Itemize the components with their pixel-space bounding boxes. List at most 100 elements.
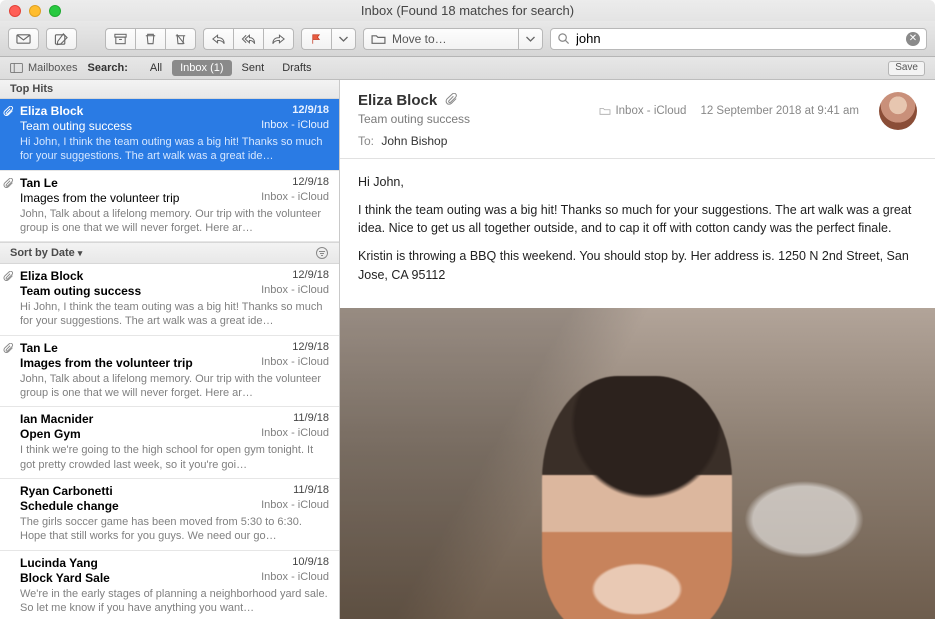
row-subject: Team outing success bbox=[20, 119, 132, 133]
row-sender: Tan Le bbox=[20, 341, 58, 355]
row-preview: John, Talk about a lifelong memory. Our … bbox=[20, 207, 329, 236]
mailboxes-toggle[interactable]: Mailboxes bbox=[10, 62, 78, 74]
scope-drafts[interactable]: Drafts bbox=[274, 60, 319, 76]
row-date: 11/9/18 bbox=[293, 412, 329, 426]
scope-all[interactable]: All bbox=[142, 60, 170, 76]
flag-menu-button[interactable] bbox=[331, 28, 356, 50]
flag-button[interactable] bbox=[301, 28, 331, 50]
attachment-icon bbox=[3, 343, 14, 357]
to-value[interactable]: John Bishop bbox=[381, 134, 447, 148]
scope-inbox[interactable]: Inbox (1) bbox=[172, 60, 231, 76]
message-row[interactable]: Eliza Block 12/9/18 Team outing success Inb… bbox=[0, 99, 339, 171]
reply-group bbox=[203, 28, 294, 50]
flag-icon bbox=[309, 32, 324, 46]
chevron-down-icon bbox=[336, 32, 351, 46]
folder-icon bbox=[371, 32, 386, 46]
trash-icon bbox=[143, 32, 158, 46]
message-row[interactable]: Ryan Carbonetti11/9/18Schedule changeInb… bbox=[0, 479, 339, 551]
message-row[interactable]: Ian Macnider11/9/18Open GymInbox - iClou… bbox=[0, 407, 339, 479]
reply-all-button[interactable] bbox=[233, 28, 263, 50]
flag-group bbox=[301, 28, 356, 50]
row-date: 11/9/18 bbox=[293, 484, 329, 498]
search-filter-bar: Mailboxes Search: All Inbox (1) Sent Dra… bbox=[0, 57, 935, 80]
row-mailbox: Inbox - iCloud bbox=[261, 284, 329, 298]
header-timestamp: 12 September 2018 at 9:41 am bbox=[700, 105, 859, 117]
search-scope: All Inbox (1) Sent Drafts bbox=[142, 60, 320, 76]
message-list: Top Hits Eliza Block 12/9/18 Team outing s… bbox=[0, 80, 340, 619]
archive-delete-group bbox=[105, 28, 196, 50]
attachment-icon bbox=[3, 271, 14, 285]
attachment-icon bbox=[3, 178, 14, 192]
row-date: 12/9/18 bbox=[292, 269, 329, 283]
filter-icon[interactable] bbox=[315, 246, 329, 260]
header-from[interactable]: Eliza Block bbox=[358, 92, 437, 109]
search-input[interactable] bbox=[576, 31, 900, 46]
body-paragraph: I think the team outing was a big hit! T… bbox=[358, 201, 917, 237]
header-mailbox[interactable]: Inbox - iCloud bbox=[599, 105, 686, 117]
row-subject: Images from the volunteer trip bbox=[20, 191, 179, 205]
titlebar: Inbox (Found 18 matches for search) bbox=[0, 0, 935, 21]
row-preview: I think we're going to the high school f… bbox=[20, 443, 329, 472]
section-sort[interactable]: Sort by Date ▾ bbox=[0, 242, 339, 264]
section-label: Top Hits bbox=[10, 83, 53, 95]
minimize-window-button[interactable] bbox=[29, 5, 41, 17]
attached-image[interactable] bbox=[340, 308, 935, 619]
row-subject: Images from the volunteer trip bbox=[20, 356, 193, 370]
moveto-group: Move to… bbox=[363, 28, 543, 50]
mailboxes-label: Mailboxes bbox=[28, 62, 78, 74]
row-sender: Ian Macnider bbox=[20, 412, 93, 426]
message-row[interactable]: Tan Le 12/9/18 Images from the volunteer t… bbox=[0, 171, 339, 243]
close-window-button[interactable] bbox=[9, 5, 21, 17]
row-sender: Eliza Block bbox=[20, 104, 83, 118]
to-label: To: bbox=[358, 134, 374, 148]
scope-sent[interactable]: Sent bbox=[234, 60, 273, 76]
row-sender: Tan Le bbox=[20, 176, 58, 190]
message-body: Hi John, I think the team outing was a b… bbox=[340, 159, 935, 308]
zoom-window-button[interactable] bbox=[49, 5, 61, 17]
row-date: 12/9/18 bbox=[292, 104, 329, 118]
message-header: Inbox - iCloud 12 September 2018 at 9:41… bbox=[340, 80, 935, 159]
body-paragraph: Kristin is throwing a BBQ this weekend. … bbox=[358, 247, 917, 283]
search-field[interactable]: ✕ bbox=[550, 28, 927, 50]
archive-button[interactable] bbox=[105, 28, 135, 50]
window-title: Inbox (Found 18 matches for search) bbox=[0, 3, 935, 18]
row-preview: John, Talk about a lifelong memory. Our … bbox=[20, 372, 329, 401]
attachment-icon[interactable] bbox=[445, 93, 458, 109]
compose-icon bbox=[54, 32, 69, 46]
reply-all-icon bbox=[241, 32, 256, 46]
row-subject: Schedule change bbox=[20, 499, 119, 513]
envelope-icon bbox=[16, 32, 31, 46]
delete-button[interactable] bbox=[135, 28, 165, 50]
moveto-menu-button[interactable] bbox=[518, 28, 543, 50]
folder-icon bbox=[599, 106, 611, 116]
row-mailbox: Inbox - iCloud bbox=[261, 499, 329, 513]
message-row[interactable]: Lucinda Yang10/9/18Block Yard SaleInbox … bbox=[0, 551, 339, 619]
forward-button[interactable] bbox=[263, 28, 294, 50]
moveto-button[interactable]: Move to… bbox=[363, 28, 518, 50]
toolbar: Move to… ✕ bbox=[0, 21, 935, 57]
header-to-row: To: John Bishop bbox=[358, 134, 917, 148]
row-subject: Team outing success bbox=[20, 284, 141, 298]
sender-avatar[interactable] bbox=[879, 92, 917, 130]
clear-search-button[interactable]: ✕ bbox=[906, 32, 920, 46]
row-subject: Open Gym bbox=[20, 427, 81, 441]
compose-button[interactable] bbox=[46, 28, 77, 50]
row-subject: Block Yard Sale bbox=[20, 571, 110, 585]
window-controls bbox=[0, 5, 61, 17]
get-mail-button[interactable] bbox=[8, 28, 39, 50]
save-search-button[interactable]: Save bbox=[888, 61, 925, 76]
row-preview: Hi John, I think the team outing was a b… bbox=[20, 135, 329, 164]
reply-button[interactable] bbox=[203, 28, 233, 50]
message-row[interactable]: Tan Le12/9/18Images from the volunteer t… bbox=[0, 336, 339, 408]
row-date: 12/9/18 bbox=[292, 176, 329, 190]
row-sender: Eliza Block bbox=[20, 269, 83, 283]
junk-button[interactable] bbox=[165, 28, 196, 50]
message-row[interactable]: Eliza Block 12/9/18 Team outing success Inb… bbox=[0, 264, 339, 336]
row-sender: Lucinda Yang bbox=[20, 556, 98, 570]
forward-icon bbox=[271, 32, 286, 46]
search-scope-label: Search: bbox=[88, 62, 128, 74]
row-mailbox: Inbox - iCloud bbox=[261, 119, 329, 133]
reading-pane: Inbox - iCloud 12 September 2018 at 9:41… bbox=[340, 80, 935, 619]
reply-icon bbox=[211, 32, 226, 46]
sort-label: Sort by Date bbox=[10, 247, 75, 259]
